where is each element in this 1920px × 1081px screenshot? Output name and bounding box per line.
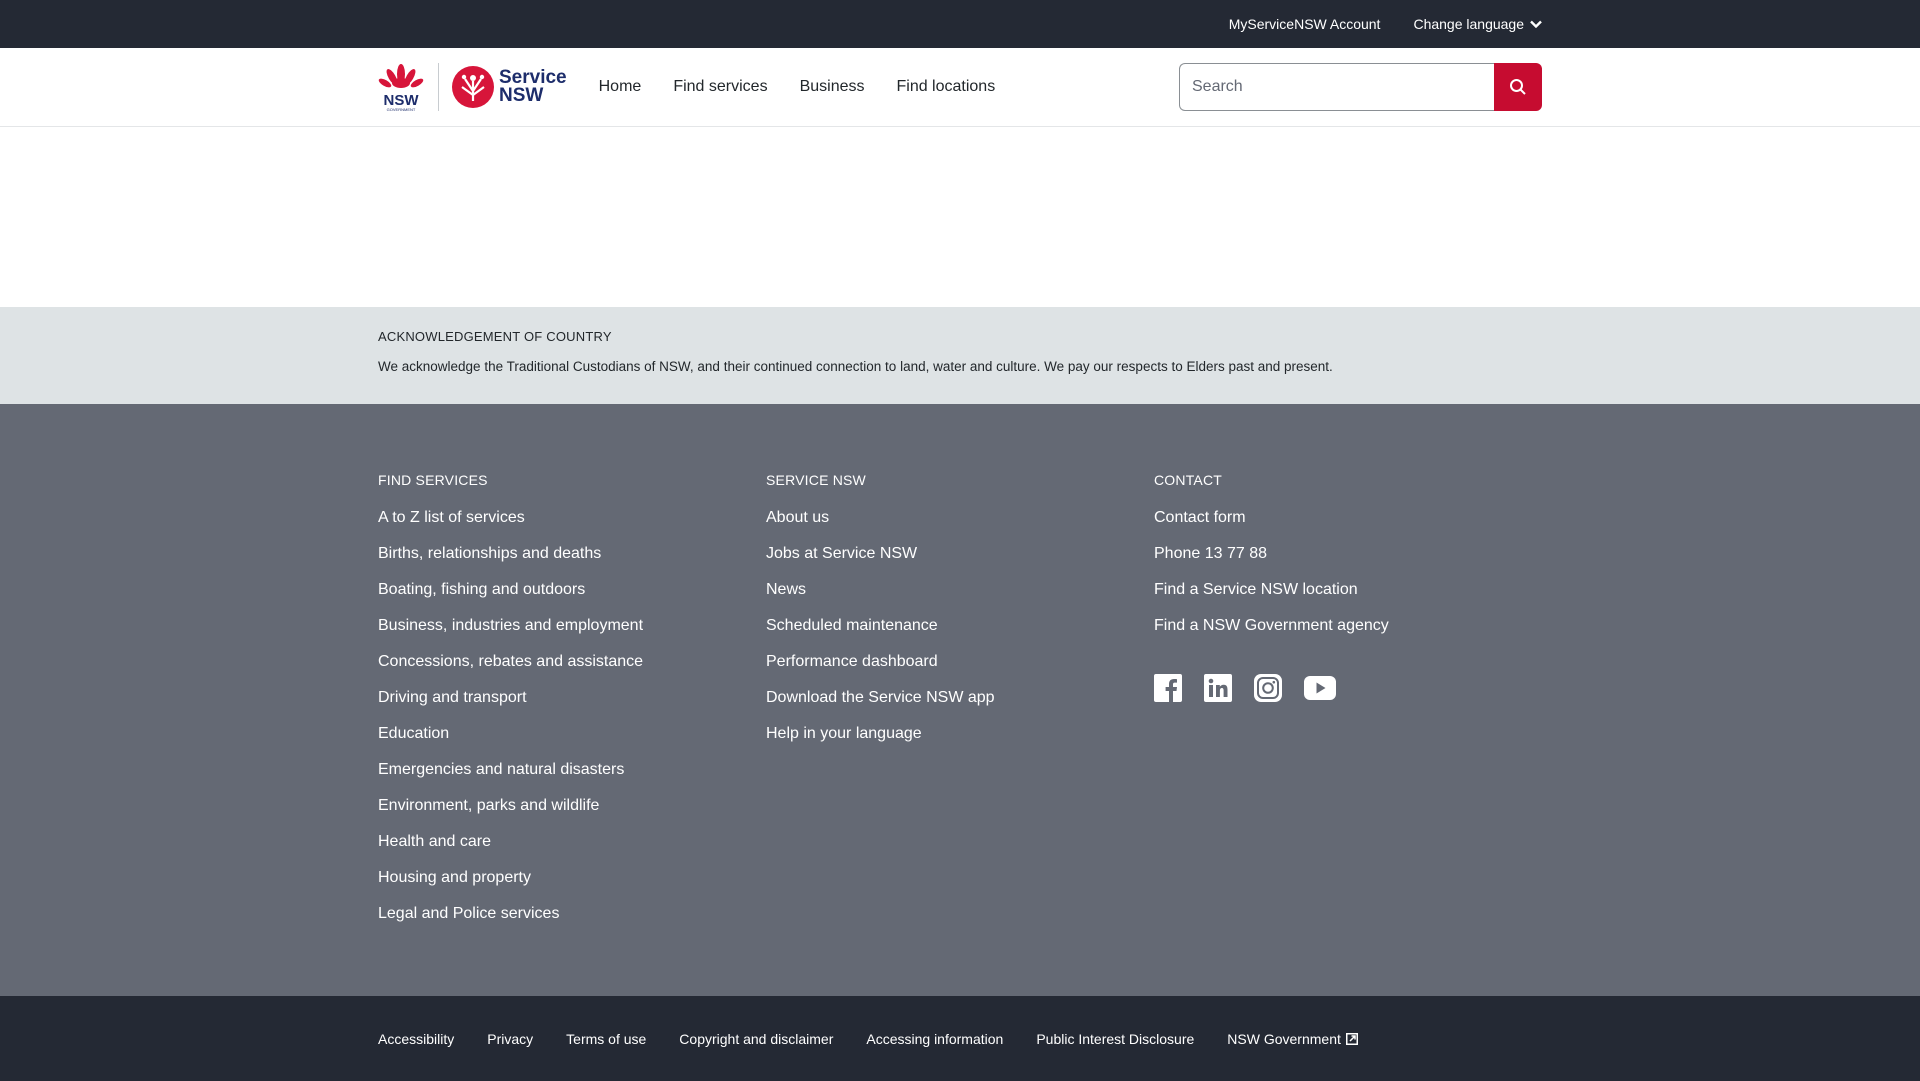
footer-link-download-app[interactable]: Download the Service NSW app bbox=[766, 688, 1154, 708]
footer-link-about-us[interactable]: About us bbox=[766, 508, 1154, 528]
linkedin-icon[interactable] bbox=[1204, 674, 1232, 702]
footer-link-environment[interactable]: Environment, parks and wildlife bbox=[378, 796, 766, 816]
search-button[interactable] bbox=[1494, 63, 1542, 111]
social-links bbox=[1154, 674, 1542, 702]
footer-legal-bar: Accessibility Privacy Terms of use Copyr… bbox=[0, 996, 1920, 1081]
footer-heading-service-nsw: SERVICE NSW bbox=[766, 472, 866, 488]
utility-bar: MyServiceNSW Account Change language bbox=[0, 0, 1920, 48]
footer-link-driving[interactable]: Driving and transport bbox=[378, 688, 766, 708]
footer-link-business[interactable]: Business, industries and employment bbox=[378, 616, 766, 636]
footer-link-contact-form[interactable]: Contact form bbox=[1154, 508, 1542, 528]
acknowledgement-title: ACKNOWLEDGEMENT OF COUNTRY bbox=[378, 329, 612, 344]
svg-text:GOVERNMENT: GOVERNMENT bbox=[387, 107, 416, 112]
site-header: NSW GOVERNMENT Service NSW Home Find ser… bbox=[0, 48, 1920, 127]
site-footer: FIND SERVICES A to Z list of services Bi… bbox=[0, 404, 1920, 996]
youtube-icon[interactable] bbox=[1304, 674, 1336, 702]
footer-link-legal[interactable]: Legal and Police services bbox=[378, 904, 766, 924]
footer-link-news[interactable]: News bbox=[766, 580, 1154, 600]
waratah-emblem-icon bbox=[452, 66, 494, 108]
nsw-government-link-label: NSW Government bbox=[1227, 1030, 1341, 1047]
footer-link-births[interactable]: Births, relationships and deaths bbox=[378, 544, 766, 564]
footer-link-performance[interactable]: Performance dashboard bbox=[766, 652, 1154, 672]
main-nav: Home Find services Business Find locatio… bbox=[599, 78, 1028, 96]
main-content-area bbox=[0, 127, 1920, 307]
footer-find-services: FIND SERVICES A to Z list of services Bi… bbox=[378, 472, 766, 940]
footer-legal-copyright[interactable]: Copyright and disclaimer bbox=[679, 1031, 833, 1047]
nav-business[interactable]: Business bbox=[800, 78, 865, 96]
acknowledgement-text: We acknowledge the Traditional Custodian… bbox=[378, 359, 1333, 374]
footer-link-housing[interactable]: Housing and property bbox=[378, 868, 766, 888]
footer-link-emergencies[interactable]: Emergencies and natural disasters bbox=[378, 760, 766, 780]
footer-legal-privacy[interactable]: Privacy bbox=[487, 1031, 533, 1047]
footer-link-phone[interactable]: Phone 13 77 88 bbox=[1154, 544, 1542, 564]
instagram-icon[interactable] bbox=[1254, 674, 1282, 702]
footer-legal-nsw-government[interactable]: NSW Government bbox=[1227, 1031, 1358, 1047]
external-link-icon bbox=[1345, 1032, 1358, 1045]
nav-home[interactable]: Home bbox=[599, 78, 642, 96]
acknowledgement-section: ACKNOWLEDGEMENT OF COUNTRY We acknowledg… bbox=[0, 307, 1920, 404]
search-input[interactable] bbox=[1179, 63, 1494, 111]
site-logo[interactable]: NSW GOVERNMENT Service NSW bbox=[378, 62, 567, 112]
footer-link-help-language[interactable]: Help in your language bbox=[766, 724, 1154, 744]
footer-heading-contact: CONTACT bbox=[1154, 472, 1223, 488]
search-icon bbox=[1510, 79, 1526, 95]
service-nsw-logo: Service NSW bbox=[451, 65, 567, 109]
footer-link-find-agency[interactable]: Find a NSW Government agency bbox=[1154, 616, 1542, 636]
footer-link-education[interactable]: Education bbox=[378, 724, 766, 744]
footer-legal-public-interest[interactable]: Public Interest Disclosure bbox=[1036, 1031, 1194, 1047]
footer-contact: CONTACT Contact form Phone 13 77 88 Find… bbox=[1154, 472, 1542, 940]
logo-divider bbox=[438, 63, 439, 111]
footer-link-maintenance[interactable]: Scheduled maintenance bbox=[766, 616, 1154, 636]
footer-link-health[interactable]: Health and care bbox=[378, 832, 766, 852]
search-form bbox=[1179, 63, 1542, 111]
footer-link-find-location[interactable]: Find a Service NSW location bbox=[1154, 580, 1542, 600]
myservicensw-account-link[interactable]: MyServiceNSW Account bbox=[1229, 16, 1381, 32]
service-logo-line2: NSW bbox=[499, 85, 544, 106]
footer-service-nsw: SERVICE NSW About us Jobs at Service NSW… bbox=[766, 472, 1154, 940]
footer-link-boating[interactable]: Boating, fishing and outdoors bbox=[378, 580, 766, 600]
footer-legal-accessing-information[interactable]: Accessing information bbox=[866, 1031, 1003, 1047]
footer-link-concessions[interactable]: Concessions, rebates and assistance bbox=[378, 652, 766, 672]
chevron-down-icon bbox=[1530, 20, 1542, 28]
facebook-icon[interactable] bbox=[1154, 674, 1182, 702]
change-language-button[interactable]: Change language bbox=[1413, 16, 1542, 32]
footer-link-a-to-z[interactable]: A to Z list of services bbox=[378, 508, 766, 528]
footer-link-jobs[interactable]: Jobs at Service NSW bbox=[766, 544, 1154, 564]
footer-heading-find-services: FIND SERVICES bbox=[378, 472, 488, 488]
change-language-label: Change language bbox=[1413, 16, 1524, 32]
nav-find-services[interactable]: Find services bbox=[673, 78, 767, 96]
footer-legal-terms[interactable]: Terms of use bbox=[566, 1031, 646, 1047]
footer-legal-accessibility[interactable]: Accessibility bbox=[378, 1031, 454, 1047]
nsw-government-logo: NSW GOVERNMENT bbox=[378, 64, 424, 112]
nav-find-locations[interactable]: Find locations bbox=[896, 78, 995, 96]
